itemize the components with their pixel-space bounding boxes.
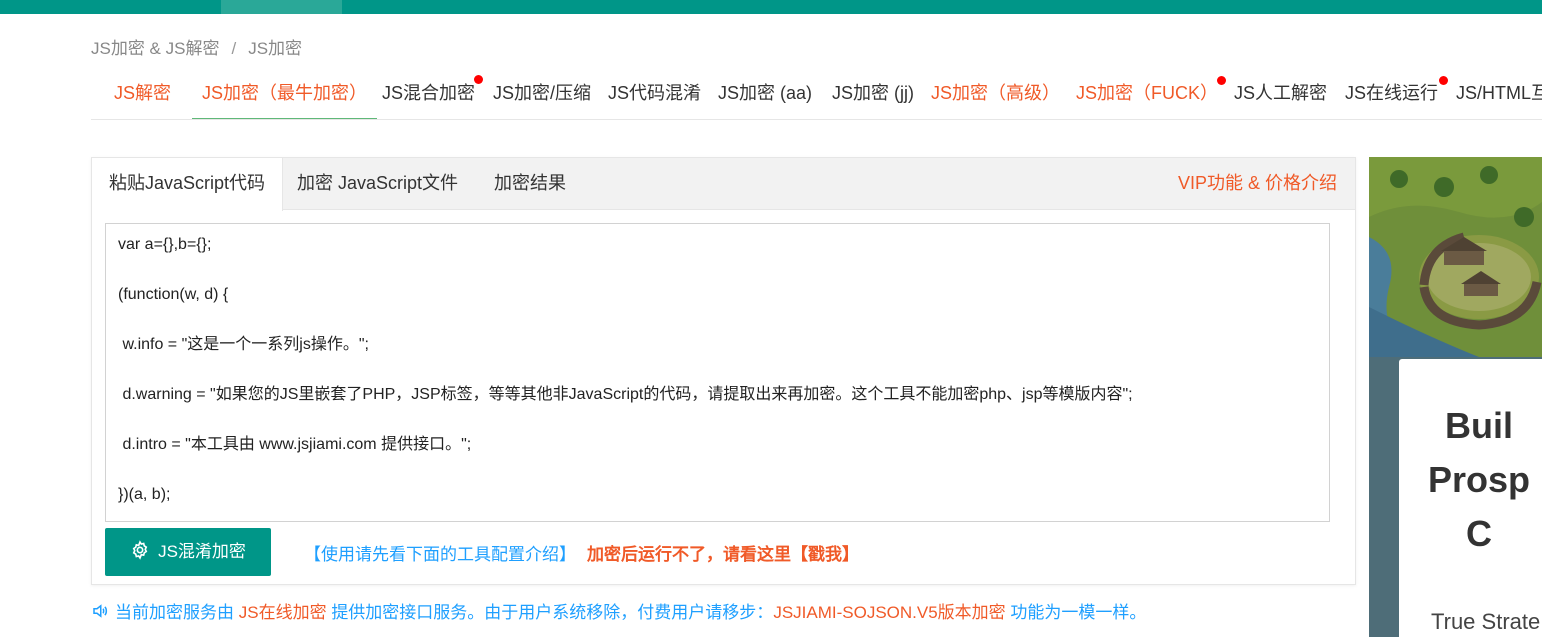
- vip-pricing-link[interactable]: VIP功能 & 价格介绍: [1178, 158, 1337, 208]
- tab-js-obfuscate[interactable]: JS代码混淆: [598, 70, 711, 119]
- tab-js-html-convert[interactable]: JS/HTML互: [1446, 70, 1542, 119]
- tool-tabs: JS解密 JS加密（最牛加密） JS混合加密 JS加密/压缩 JS代码混淆 JS…: [91, 70, 1542, 120]
- code-line: (function(w, d) {: [118, 286, 229, 303]
- tab-js-encrypt-jj[interactable]: JS加密 (jj): [822, 70, 924, 119]
- breadcrumb: JS加密 & JS解密 / JS加密: [91, 34, 303, 58]
- tab-js-online-run[interactable]: JS在线运行: [1335, 70, 1449, 119]
- tab-paste-code[interactable]: 粘贴JavaScript代码: [92, 158, 284, 211]
- top-nav-bar: [0, 0, 1542, 14]
- tab-js-encrypt-compress[interactable]: JS加密/压缩: [483, 70, 601, 119]
- ad-game-image: [1369, 157, 1542, 357]
- tab-js-mixed-encrypt[interactable]: JS混合加密: [372, 70, 485, 119]
- ad-subtitle: True Strate: [1431, 609, 1541, 634]
- breadcrumb-parent[interactable]: JS加密 & JS解密: [91, 39, 219, 58]
- js-online-encrypt-link[interactable]: JS在线加密: [239, 603, 327, 622]
- tab-js-decrypt[interactable]: JS解密: [104, 70, 181, 119]
- top-nav-active-item[interactable]: [221, 0, 342, 14]
- tab-js-encrypt-fuck[interactable]: JS加密（FUCK）: [1066, 70, 1228, 119]
- code-line: })(a, b);: [118, 486, 171, 503]
- config-help-link[interactable]: 【使用请先看下面的工具配置介绍】: [304, 540, 576, 565]
- code-line: var a={},b={};: [118, 236, 212, 253]
- code-line: d.warning = "如果您的JS里嵌套了PHP，JSP标签，等等其他非Ja…: [118, 386, 1133, 403]
- ad-panel: Buil Prosp C True Strate: [1399, 359, 1542, 637]
- troubleshoot-link[interactable]: 加密后运行不了，请看这里【戳我】: [587, 540, 859, 565]
- new-dot-icon: [474, 75, 484, 84]
- tab-js-manual-decrypt[interactable]: JS人工解密: [1224, 70, 1337, 119]
- code-input[interactable]: var a={},b={}; (function(w, d) { w.info …: [105, 223, 1330, 522]
- card-tab-bar: 粘贴JavaScript代码 加密 JavaScript文件 加密结果 VIP功…: [92, 158, 1355, 211]
- side-advertisement[interactable]: Buil Prosp C True Strate: [1369, 157, 1542, 637]
- ad-title: Buil Prosp C: [1427, 405, 1531, 554]
- sojson-v5-link[interactable]: JSJIAMI-SOJSON.V5版本加密: [773, 603, 1005, 622]
- tab-encrypt-file[interactable]: 加密 JavaScript文件: [280, 158, 475, 210]
- speaker-icon: [91, 602, 109, 625]
- tab-js-encrypt-advanced[interactable]: JS加密（高级）: [921, 70, 1070, 119]
- breadcrumb-current: JS加密: [248, 39, 303, 58]
- breadcrumb-separator: /: [231, 39, 237, 58]
- encrypt-button[interactable]: JS混淆加密: [105, 528, 271, 576]
- code-line: d.intro = "本工具由 www.jsjiami.com 提供接口。";: [118, 436, 472, 453]
- gear-icon: [130, 531, 150, 579]
- service-notice: 当前加密服务由 JS在线加密 提供加密接口服务。由于用户系统移除，付费用户请移步…: [91, 598, 1146, 625]
- code-line: w.info = "这是一个一系列js操作。";: [118, 336, 369, 353]
- tab-js-encrypt-best[interactable]: JS加密（最牛加密）: [192, 70, 378, 119]
- tab-encrypt-result[interactable]: 加密结果: [477, 158, 583, 210]
- encrypt-card: 粘贴JavaScript代码 加密 JavaScript文件 加密结果 VIP功…: [91, 157, 1356, 585]
- tab-js-encrypt-aa[interactable]: JS加密 (aa): [708, 70, 822, 119]
